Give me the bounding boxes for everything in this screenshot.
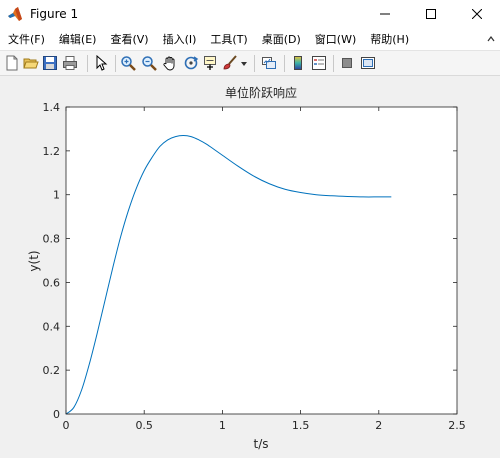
axes-background xyxy=(66,107,457,414)
chart-title: 单位阶跃响应 xyxy=(225,85,297,100)
new-figure-icon[interactable] xyxy=(4,55,20,71)
matlab-logo-icon xyxy=(7,6,23,22)
close-icon xyxy=(472,9,482,19)
minimize-icon xyxy=(380,13,390,15)
menu-view[interactable]: 查看(V) xyxy=(103,31,155,47)
toolbar-separator xyxy=(284,55,285,72)
y-tick-label: 1.4 xyxy=(43,101,61,114)
link-plot-icon[interactable] xyxy=(261,55,277,71)
y-tick-label: 1.2 xyxy=(43,145,61,158)
menu-edit[interactable]: 编辑(E) xyxy=(52,31,104,47)
figure-canvas: 单位阶跃响应 0 0.5 1 1.5 2 2.5 0 0.2 0.4 0.6 0.8 1 1.2 1.4 … xyxy=(0,76,500,454)
y-tick-label: 0.6 xyxy=(43,276,61,289)
menu-bar: 文件(F) 编辑(E) 查看(V) 插入(I) 工具(T) 桌面(D) 窗口(W… xyxy=(0,28,500,50)
toolbar-separator xyxy=(115,55,116,72)
y-tick-label: 0.4 xyxy=(43,320,61,333)
hide-plot-tools-icon[interactable] xyxy=(339,55,355,71)
toolbar-separator xyxy=(87,55,88,72)
x-tick-label: 1 xyxy=(219,419,226,432)
close-button[interactable] xyxy=(454,0,500,28)
y-tick-label: 1 xyxy=(53,189,60,202)
maximize-icon xyxy=(426,9,436,19)
x-axis-label: t/s xyxy=(254,437,269,451)
menu-insert[interactable]: 插入(I) xyxy=(156,31,204,47)
menu-file[interactable]: 文件(F) xyxy=(0,31,52,47)
brush-dropdown-icon[interactable] xyxy=(240,55,248,71)
select-arrow-icon[interactable] xyxy=(93,55,109,71)
rotate-3d-icon[interactable] xyxy=(183,55,199,71)
data-cursor-icon[interactable] xyxy=(203,55,219,71)
open-file-icon[interactable] xyxy=(23,55,39,71)
toolbar-separator xyxy=(333,55,334,72)
menu-help[interactable]: 帮助(H) xyxy=(363,31,416,47)
maximize-button[interactable] xyxy=(408,0,454,28)
x-tick-label: 2 xyxy=(375,419,382,432)
x-tick-label: 1.5 xyxy=(292,419,310,432)
show-plot-tools-icon[interactable] xyxy=(360,55,376,71)
menu-tools[interactable]: 工具(T) xyxy=(203,31,254,47)
menu-dock-arrow-icon[interactable] xyxy=(486,31,496,45)
y-axis-label: y(t) xyxy=(27,250,41,271)
pan-hand-icon[interactable] xyxy=(162,55,178,71)
brush-icon[interactable] xyxy=(222,55,238,71)
insert-legend-icon[interactable] xyxy=(311,55,327,71)
toolbar-separator xyxy=(254,55,255,72)
y-tick-label: 0.2 xyxy=(43,364,61,377)
y-tick-label: 0 xyxy=(53,408,60,421)
zoom-in-icon[interactable] xyxy=(120,55,136,71)
title-bar: Figure 1 xyxy=(0,0,500,28)
figure-toolbar xyxy=(0,50,500,76)
x-tick-label: 0 xyxy=(63,419,70,432)
minimize-button[interactable] xyxy=(362,0,408,28)
x-tick-label: 0.5 xyxy=(135,419,153,432)
insert-colorbar-icon[interactable] xyxy=(290,55,306,71)
print-icon[interactable] xyxy=(62,55,78,71)
menu-window[interactable]: 窗口(W) xyxy=(308,31,363,47)
save-icon[interactable] xyxy=(42,55,58,71)
menu-desktop[interactable]: 桌面(D) xyxy=(255,31,308,47)
plot-svg[interactable]: 单位阶跃响应 0 0.5 1 1.5 2 2.500.20.40.60.811.21.4 … xyxy=(0,76,500,454)
y-tick-label: 0.8 xyxy=(43,233,61,246)
zoom-out-icon[interactable] xyxy=(141,55,157,71)
x-tick-label: 2.5 xyxy=(448,419,466,432)
window-title: Figure 1 xyxy=(30,7,79,21)
